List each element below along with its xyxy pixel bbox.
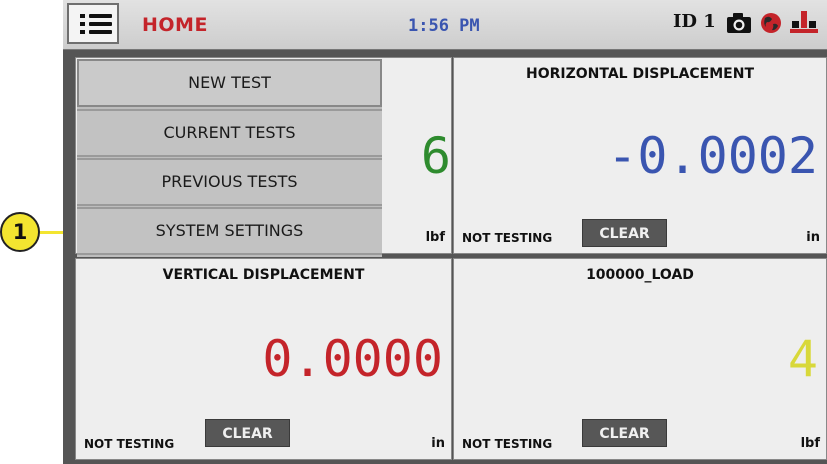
- menu-item-current-tests[interactable]: CURRENT TESTS: [77, 109, 382, 157]
- clear-button[interactable]: CLEAR: [205, 419, 290, 447]
- test-status: NOT TESTING: [462, 231, 553, 245]
- top-bar: HOME 1:56 PM ID 1: [63, 0, 827, 50]
- load-value: 6: [420, 127, 451, 185]
- crane-icon[interactable]: [789, 9, 819, 37]
- unit-label: lbf: [800, 436, 820, 451]
- menu-item-new-test[interactable]: NEW TEST: [77, 59, 382, 107]
- panel-title: VERTICAL DISPLACEMENT: [162, 267, 365, 283]
- unit-label: in: [806, 230, 820, 245]
- test-status: NOT TESTING: [462, 437, 553, 451]
- panel-title: HORIZONTAL DISPLACEMENT: [526, 66, 754, 82]
- clock-time: 1:56 PM: [408, 16, 480, 36]
- vertical-displacement-panel: VERTICAL DISPLACEMENT 0.0000 NOT TESTING…: [75, 258, 452, 460]
- globe-icon[interactable]: [760, 12, 782, 34]
- load-100000-value: 4: [787, 330, 818, 388]
- test-status: NOT TESTING: [84, 437, 175, 451]
- main-menu-dropdown: NEW TEST CURRENT TESTS PREVIOUS TESTS SY…: [77, 59, 382, 257]
- menu-item-system-settings[interactable]: SYSTEM SETTINGS: [77, 207, 382, 255]
- panel-title: 100000_LOAD: [586, 267, 694, 283]
- unit-label: in: [431, 436, 445, 451]
- load-100000-panel: 100000_LOAD 4 NOT TESTING CLEAR lbf: [453, 258, 827, 460]
- callout-number: 1: [12, 220, 28, 244]
- load-unit: lbf: [425, 230, 445, 245]
- vertical-value: 0.0000: [262, 330, 443, 388]
- horizontal-displacement-panel: HORIZONTAL DISPLACEMENT -0.0002 NOT TEST…: [453, 57, 827, 254]
- callout-badge: 1: [0, 212, 40, 252]
- app-screen: HOME 1:56 PM ID 1 6 lbf HORIZONTAL DISPL…: [63, 0, 827, 464]
- camera-icon[interactable]: [726, 12, 752, 34]
- clear-button[interactable]: CLEAR: [582, 419, 667, 447]
- clear-button[interactable]: CLEAR: [582, 219, 667, 247]
- home-title: HOME: [142, 14, 208, 36]
- menu-item-previous-tests[interactable]: PREVIOUS TESTS: [77, 158, 382, 206]
- device-id-label: ID 1: [673, 11, 716, 32]
- horizontal-value: -0.0002: [607, 127, 818, 185]
- menu-button[interactable]: [67, 3, 119, 44]
